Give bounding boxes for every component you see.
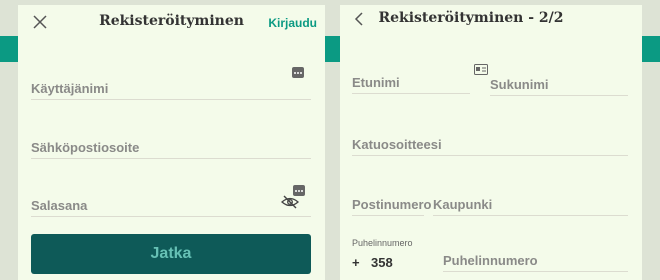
last-name-field[interactable]: Sukunimi (490, 73, 628, 96)
street-address-label: Katuosoitteesi (352, 137, 442, 152)
email-label: Sähköpostiosoite (31, 140, 140, 155)
continue-button[interactable]: Jatka (31, 234, 311, 274)
email-field[interactable]: Sähköpostiosoite (31, 136, 311, 159)
postal-code-field[interactable]: Postinumero (352, 193, 431, 216)
contact-card-icon[interactable] (474, 64, 488, 75)
first-name-field[interactable]: Etunimi (352, 71, 470, 94)
city-field[interactable]: Kaupunki (433, 193, 628, 216)
password-manager-icon[interactable] (292, 67, 304, 78)
register-panel-step2: Rekisteröityminen - 2/2 Etunimi Sukunimi… (340, 5, 642, 280)
last-name-label: Sukunimi (490, 77, 549, 92)
username-label: Käyttäjänimi (31, 81, 109, 96)
password-field[interactable]: Salasana (31, 194, 311, 217)
username-field[interactable]: Käyttäjänimi (31, 77, 311, 100)
city-label: Kaupunki (433, 197, 493, 212)
register-panel-step1: Rekisteröityminen Kirjaudu Käyttäjänimi … (18, 5, 325, 280)
page-title: Rekisteröityminen - 2/2 (378, 10, 564, 26)
first-name-label: Etunimi (352, 75, 400, 90)
country-code-field[interactable]: 358 (371, 255, 393, 270)
postal-code-label: Postinumero (352, 197, 432, 212)
phone-caption: Puhelinnumero (352, 238, 413, 248)
phone-number-field[interactable]: Puhelinnumero (443, 249, 628, 272)
password-label: Salasana (31, 198, 88, 213)
phone-plus: + (352, 255, 360, 270)
header: Rekisteröityminen Kirjaudu (18, 5, 325, 39)
eye-off-icon[interactable] (281, 195, 299, 209)
header: Rekisteröityminen - 2/2 (340, 5, 642, 39)
phone-number-placeholder: Puhelinnumero (443, 253, 538, 268)
login-link[interactable]: Kirjaudu (268, 16, 317, 30)
street-address-field[interactable]: Katuosoitteesi (352, 133, 628, 156)
